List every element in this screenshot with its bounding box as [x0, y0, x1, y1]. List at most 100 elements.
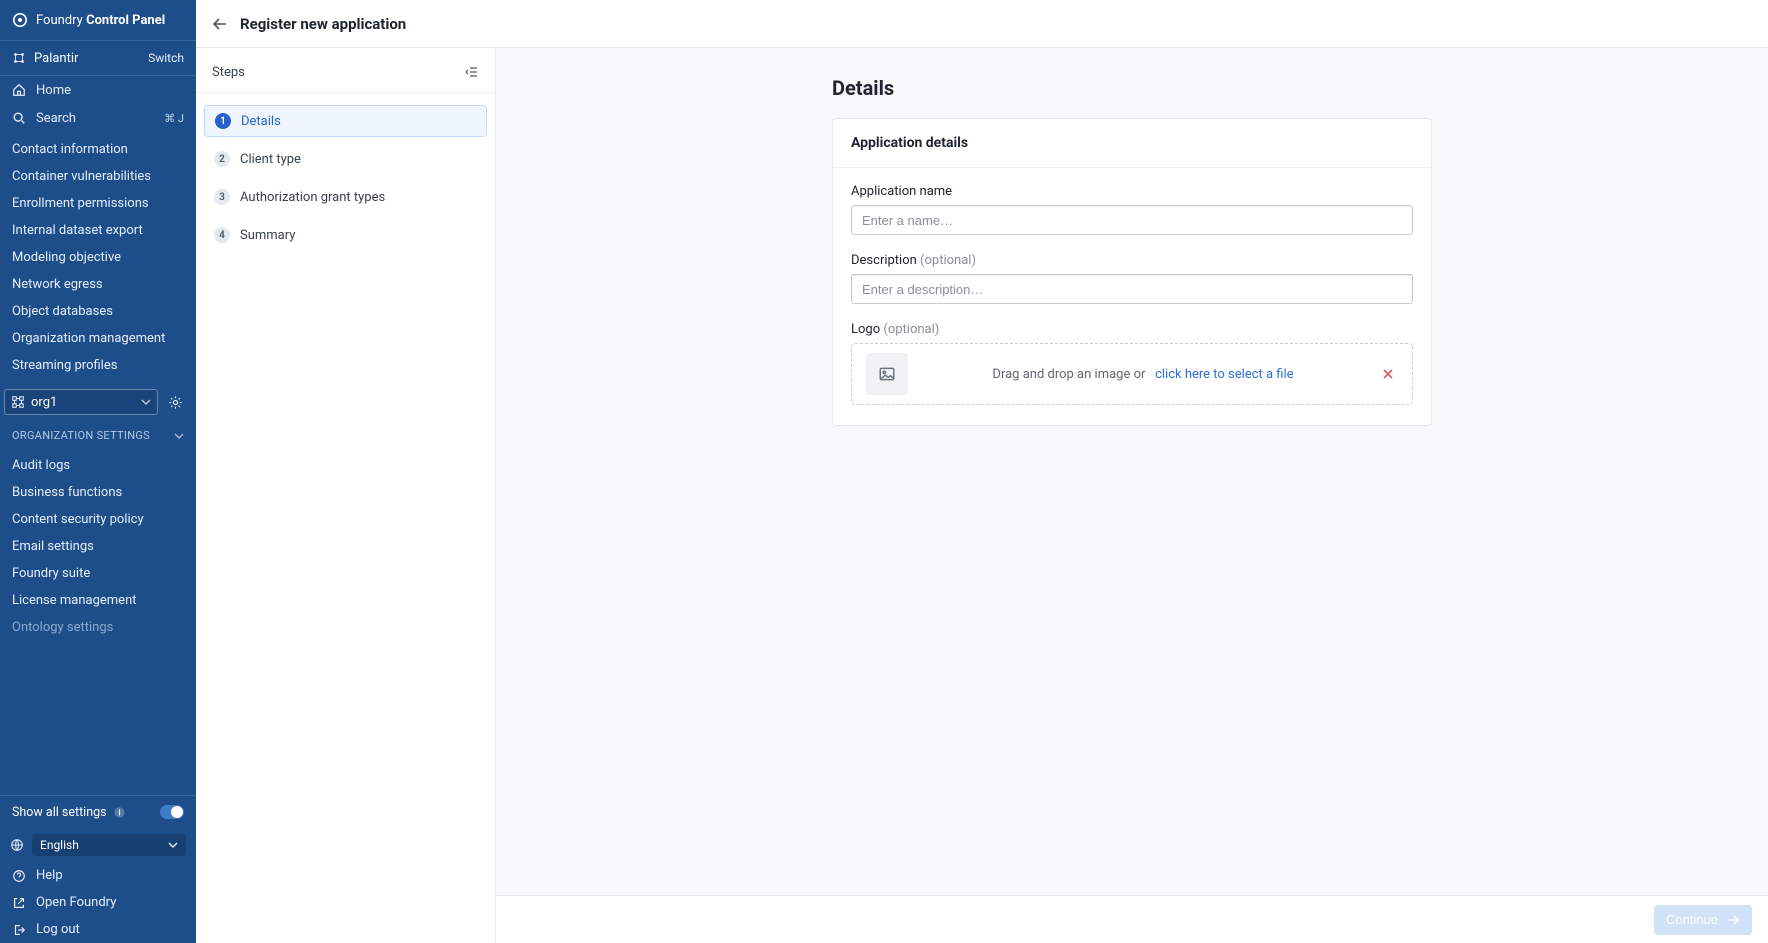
sidebar-item-email-settings[interactable]: Email settings — [0, 533, 196, 560]
home-icon — [12, 83, 26, 97]
gear-icon — [168, 395, 183, 410]
sidebar-item-streaming-profiles[interactable]: Streaming profiles — [0, 352, 196, 379]
org-selector[interactable]: org1 — [4, 389, 158, 415]
step-label: Authorization grant types — [240, 190, 385, 205]
footer-bar: Continue — [496, 895, 1768, 943]
dropzone-select-link[interactable]: click here to select a file — [1155, 367, 1293, 382]
collapse-icon — [463, 64, 479, 80]
language-value: English — [40, 838, 79, 852]
brand: Foundry Control Panel — [0, 0, 196, 40]
field-application-name: Application name — [851, 184, 1413, 235]
content: Details Application details Application … — [812, 76, 1452, 426]
show-all-settings-toggle[interactable] — [160, 805, 184, 819]
logo-dropzone[interactable]: Drag and drop an image or click here to … — [851, 343, 1413, 405]
collapse-steps-button[interactable] — [463, 64, 479, 80]
foundry-logo-icon — [12, 12, 28, 28]
nav-list: Contact information Container vulnerabil… — [0, 132, 196, 383]
search-shortcut: ⌘ J — [164, 112, 184, 125]
content-scroll: Details Application details Application … — [496, 48, 1768, 895]
org-dropdown-row: org1 — [0, 383, 196, 421]
arrow-right-icon — [1726, 913, 1740, 927]
caret-down-icon — [168, 840, 178, 850]
card-body: Application name Description (optional) — [833, 168, 1431, 425]
main: Register new application Steps 1 Details… — [196, 0, 1768, 943]
steps-header-label: Steps — [212, 65, 245, 80]
step-label: Client type — [240, 152, 301, 167]
tenant-icon — [12, 51, 26, 65]
continue-button[interactable]: Continue — [1654, 905, 1752, 935]
sidebar-item-container-vulnerabilities[interactable]: Container vulnerabilities — [0, 163, 196, 190]
tenant-row: Palantir Switch — [0, 40, 196, 76]
language-select[interactable]: English — [32, 834, 186, 856]
open-foundry-link[interactable]: Open Foundry — [0, 889, 196, 916]
description-input[interactable] — [851, 274, 1413, 304]
org-settings-list: Audit logs Business functions Content se… — [0, 448, 196, 636]
step-summary[interactable]: 4 Summary — [204, 219, 487, 251]
sidebar-footer: Show all settings English Help Open Foun… — [0, 795, 196, 943]
step-label: Details — [241, 114, 281, 129]
back-button[interactable] — [212, 16, 228, 32]
chevron-down-icon — [174, 431, 184, 441]
field-description: Description (optional) — [851, 253, 1413, 304]
logout-link[interactable]: Log out — [0, 916, 196, 943]
topbar: Register new application — [196, 0, 1768, 48]
org-icon — [11, 395, 25, 409]
dropzone-clear-button[interactable] — [1378, 364, 1398, 384]
sidebar-item-audit-logs[interactable]: Audit logs — [0, 452, 196, 479]
body: Steps 1 Details 2 Client type 3 Authoriz… — [196, 48, 1768, 943]
application-name-input[interactable] — [851, 205, 1413, 235]
brand-light: Foundry — [36, 13, 83, 28]
sidebar-item-license-management[interactable]: License management — [0, 587, 196, 614]
sidebar-item-business-functions[interactable]: Business functions — [0, 479, 196, 506]
nav-home[interactable]: Home — [0, 76, 196, 104]
card-title: Application details — [833, 119, 1431, 168]
logout-icon — [12, 923, 26, 937]
sidebar-item-foundry-suite[interactable]: Foundry suite — [0, 560, 196, 587]
step-number: 2 — [214, 151, 230, 167]
steps-panel: Steps 1 Details 2 Client type 3 Authoriz… — [196, 48, 496, 943]
sidebar-item-network-egress[interactable]: Network egress — [0, 271, 196, 298]
nav-home-label: Home — [36, 83, 71, 98]
tenant-name: Palantir — [34, 51, 78, 66]
image-icon — [878, 365, 896, 383]
page-�title: Register new application — [240, 15, 406, 33]
steps-header: Steps — [196, 48, 495, 93]
nav-search[interactable]: Search ⌘ J — [0, 104, 196, 132]
sidebar-item-internal-dataset-export[interactable]: Internal dataset export — [0, 217, 196, 244]
sidebar-item-enrollment-permissions[interactable]: Enrollment permissions — [0, 190, 196, 217]
help-link[interactable]: Help — [0, 862, 196, 889]
step-authorization-grant-types[interactable]: 3 Authorization grant types — [204, 181, 487, 213]
logout-label: Log out — [36, 922, 80, 937]
org-settings-gear-button[interactable] — [164, 391, 186, 413]
help-label: Help — [36, 868, 63, 883]
open-foundry-label: Open Foundry — [36, 895, 116, 910]
content-wrap: Details Application details Application … — [496, 48, 1768, 943]
switch-tenant-link[interactable]: Switch — [148, 51, 184, 65]
sidebar-item-object-databases[interactable]: Object databases — [0, 298, 196, 325]
sidebar-item-contact-information[interactable]: Contact information — [0, 136, 196, 163]
application-details-card: Application details Application name Des… — [832, 118, 1432, 426]
step-label: Summary — [240, 228, 295, 243]
application-name-label: Application name — [851, 184, 1413, 199]
dropzone-text: Drag and drop an image or click here to … — [922, 367, 1364, 382]
continue-label: Continue — [1666, 912, 1718, 927]
description-label: Description (optional) — [851, 253, 1413, 268]
sidebar-item-content-security-policy[interactable]: Content security policy — [0, 506, 196, 533]
globe-icon — [10, 838, 24, 852]
steps-list: 1 Details 2 Client type 3 Authorization … — [196, 93, 495, 263]
caret-down-icon — [141, 397, 151, 407]
language-row: English — [0, 828, 196, 862]
show-all-settings-label: Show all settings — [12, 805, 107, 820]
step-number: 1 — [215, 113, 231, 129]
logo-label: Logo (optional) — [851, 322, 1413, 337]
help-icon — [12, 869, 26, 883]
sidebar-item-ontology-settings[interactable]: Ontology settings — [0, 614, 196, 636]
external-link-icon — [12, 896, 26, 910]
arrow-left-icon — [212, 16, 228, 32]
sidebar-item-modeling-objective[interactable]: Modeling objective — [0, 244, 196, 271]
step-client-type[interactable]: 2 Client type — [204, 143, 487, 175]
org-settings-section-header[interactable]: ORGANIZATION SETTINGS — [0, 421, 196, 448]
step-details[interactable]: 1 Details — [204, 105, 487, 137]
brand-bold: Control Panel — [86, 13, 165, 28]
sidebar-item-organization-management[interactable]: Organization management — [0, 325, 196, 352]
